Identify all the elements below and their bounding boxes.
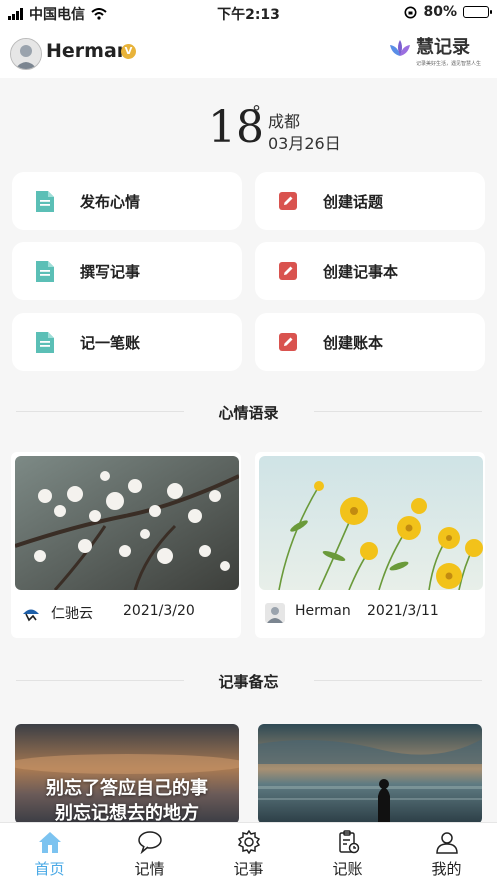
app-header: Herman V 慧记录 记录美好生活，遇见智慧人生 [0,26,497,78]
chat-bubble-icon [138,831,162,854]
city: 成都 [268,112,301,131]
post-mood-button[interactable]: 发布心情 [12,172,242,230]
memo-card[interactable] [258,724,482,824]
degree-symbol: ° [252,102,261,123]
app-logo: 慧记录 记录美好生活，遇见智慧人生 [388,38,481,67]
person-icon [436,832,458,854]
mood-card[interactable]: Herman 2021/3/11 [255,452,485,638]
orientation-lock-icon [404,6,417,18]
tab-mood[interactable]: 记情 [100,823,199,884]
action-label: 创建记事本 [323,263,399,281]
tab-label: 记账 [332,860,363,878]
document-icon [36,261,54,282]
action-label: 记一笔账 [80,334,141,352]
action-label: 撰写记事 [80,263,141,281]
status-bar: 中国电信 下午2:13 80% [0,0,497,26]
create-topic-button[interactable]: 创建话题 [255,172,485,230]
logo-slogan: 记录美好生活，遇见智慧人生 [415,61,481,67]
blossom-photo [15,456,239,590]
post-date: 2021/3/20 [123,603,195,619]
action-label: 创建话题 [323,193,384,211]
tab-label: 首页 [34,860,65,878]
avatar[interactable] [10,38,42,70]
tab-label: 记情 [134,860,165,878]
beach-silhouette-photo [258,724,482,824]
memo-line-2: 别忘记想去的地方 [55,803,199,824]
section-title-memos: 记事备忘 [218,673,279,691]
document-icon [36,191,54,212]
author-name: Herman [295,603,351,619]
document-icon [36,332,54,353]
tab-notes[interactable]: 记事 [199,823,298,884]
tab-label: 我的 [431,860,462,878]
tab-bar: 首页 记情 记事 记账 我的 [0,822,497,884]
tab-home[interactable]: 首页 [0,823,99,884]
create-ledger-button[interactable]: 创建账本 [255,313,485,371]
battery-percent: 80% [423,4,457,20]
logo-name: 慧记录 [415,37,470,58]
memo-line-1: 别忘了答应自己的事 [46,778,208,799]
verified-badge: V [121,44,136,59]
action-label: 发布心情 [80,193,141,211]
tab-profile[interactable]: 我的 [397,823,496,884]
username[interactable]: Herman [46,40,130,62]
tab-label: 记事 [233,860,264,878]
create-notebook-button[interactable]: 创建记事本 [255,242,485,300]
post-date: 2021/3/11 [367,603,439,619]
clipboard-clock-icon [339,830,360,854]
edit-icon [279,192,297,210]
author-avatar [21,603,41,623]
gear-icon [237,830,261,854]
lotus-icon [389,40,410,56]
author-name: 仁驰云 [51,606,93,622]
home-icon [39,832,61,853]
section-title-mood-quotes: 心情语录 [218,404,279,422]
card-meta: Herman 2021/3/11 [255,590,485,634]
write-memo-button[interactable]: 撰写记事 [12,242,242,300]
edit-icon [279,262,297,280]
weather-widget: 18 ° 成都 03月26日 [0,100,497,160]
battery-icon [463,6,492,18]
action-label: 创建账本 [323,334,384,352]
yellow-flowers-photo [259,456,483,590]
edit-icon [279,333,297,351]
author-avatar [265,603,285,623]
mood-card[interactable]: 仁驰云 2021/3/20 [11,452,241,638]
memo-card[interactable]: 别忘了答应自己的事 别忘记想去的地方 [15,724,239,824]
tab-accounts[interactable]: 记账 [298,823,397,884]
card-meta: 仁驰云 2021/3/20 [11,590,241,634]
weather-date: 03月26日 [268,134,341,153]
record-expense-button[interactable]: 记一笔账 [12,313,242,371]
